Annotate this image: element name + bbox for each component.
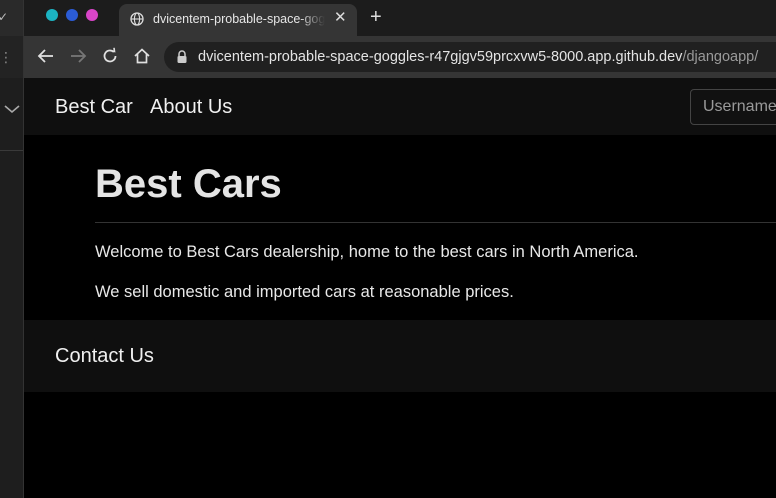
adjacent-window: ✓ ⋮ xyxy=(0,0,24,498)
site-footer: Contact Us xyxy=(24,320,776,392)
browser-tab[interactable]: dvicentem-probable-space-goggles-r47gjgv… xyxy=(119,4,357,36)
brand-link[interactable]: Best Car xyxy=(55,96,133,119)
site-navbar: Best Car About Us xyxy=(24,78,776,135)
more-vertical-icon[interactable]: ⋮ xyxy=(0,49,13,66)
back-icon[interactable] xyxy=(37,47,55,65)
divider xyxy=(95,222,776,223)
address-bar[interactable]: dvicentem-probable-space-goggles-r47gjgv… xyxy=(164,42,776,72)
about-us-link[interactable]: About Us xyxy=(150,96,232,119)
lock-icon[interactable] xyxy=(176,50,188,64)
forward-icon[interactable] xyxy=(69,47,87,65)
reload-icon[interactable] xyxy=(101,47,119,65)
contact-us-link[interactable]: Contact Us xyxy=(55,345,154,368)
browser-toolbar: dvicentem-probable-space-goggles-r47gjgv… xyxy=(24,36,776,78)
window-zoom-icon[interactable] xyxy=(86,9,98,21)
page-title: Best Cars xyxy=(95,162,282,206)
url-host: dvicentem-probable-space-goggles-r47gjgv… xyxy=(198,49,683,65)
description-text: We sell domestic and imported cars at re… xyxy=(95,283,514,301)
window-minimize-icon[interactable] xyxy=(66,9,78,21)
tab-strip: dvicentem-probable-space-goggles-r47gjgv… xyxy=(24,0,776,36)
welcome-text: Welcome to Best Cars dealership, home to… xyxy=(95,243,639,261)
url-text[interactable]: dvicentem-probable-space-goggles-r47gjgv… xyxy=(198,49,758,65)
close-icon[interactable]: ✕ xyxy=(334,9,347,27)
new-tab-icon[interactable]: + xyxy=(370,6,382,28)
window-close-icon[interactable] xyxy=(46,9,58,21)
divider xyxy=(0,150,23,151)
tab-title: dvicentem-probable-space-goggles-r47gjgv… xyxy=(153,12,325,26)
home-icon[interactable] xyxy=(133,47,151,65)
chevron-down-icon[interactable] xyxy=(4,104,20,114)
username-input[interactable] xyxy=(690,89,776,125)
page-content: Best Car About Us Best Cars Welcome to B… xyxy=(24,78,776,498)
url-path: /djangoapp/ xyxy=(682,49,759,65)
globe-icon xyxy=(130,12,144,26)
check-icon: ✓ xyxy=(0,10,9,24)
